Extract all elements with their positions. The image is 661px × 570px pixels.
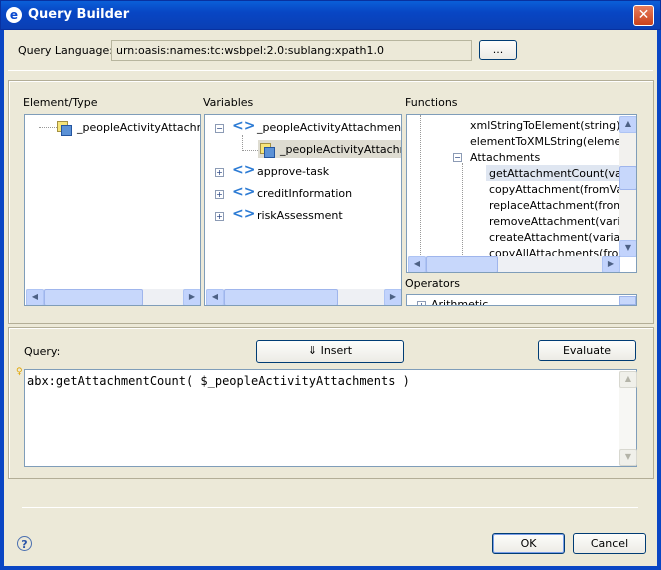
variable-icon: <> <box>232 206 256 222</box>
lightbulb-icon: ♀ <box>16 367 23 377</box>
variable-item[interactable]: creditInformation <box>257 187 352 201</box>
query-editor[interactable]: abx:getAttachmentCount( $_peopleActivity… <box>24 369 637 467</box>
scroll-right-icon[interactable]: ▶ <box>183 289 200 305</box>
element-icon <box>57 121 72 136</box>
tree-connector <box>39 127 57 128</box>
expand-icon[interactable]: + <box>215 190 224 199</box>
tree-connector <box>242 135 243 151</box>
variable-subitem[interactable]: _peopleActivityAttachmer <box>280 143 401 157</box>
query-text[interactable]: abx:getAttachmentCount( $_peopleActivity… <box>27 374 410 388</box>
close-button[interactable]: ✕ <box>633 5 654 26</box>
scroll-thumb[interactable] <box>426 256 498 272</box>
scroll-right-icon[interactable]: ▶ <box>602 256 620 272</box>
scroll-left-icon[interactable]: ◀ <box>206 289 224 305</box>
function-item[interactable]: elementToXMLString(element) <box>470 135 636 149</box>
function-item[interactable]: getAttachmentCount(varia <box>489 167 636 181</box>
separator <box>8 70 653 71</box>
expand-icon[interactable]: + <box>215 168 224 177</box>
scroll-up-icon[interactable]: ▲ <box>619 371 637 388</box>
element-type-item[interactable]: _peopleActivityAttachmer <box>77 121 200 135</box>
insert-button[interactable]: ⇓ Insert <box>256 340 404 363</box>
query-language-label: Query Language: <box>18 44 113 57</box>
scroll-thumb[interactable] <box>44 289 143 305</box>
variables-hscrollbar[interactable]: ◀ ▶ <box>206 289 401 305</box>
functions-tree[interactable]: xmlStringToElement(string) elementToXMLS… <box>406 114 637 273</box>
scroll-left-icon[interactable]: ◀ <box>26 289 44 305</box>
expand-icon[interactable]: + <box>215 212 224 221</box>
query-vscrollbar[interactable]: ▲ ▼ <box>619 371 637 466</box>
expand-icon[interactable]: + <box>417 301 426 305</box>
variable-icon: <> <box>232 184 256 200</box>
evaluate-button[interactable]: Evaluate <box>538 340 636 361</box>
tree-connector <box>242 150 258 151</box>
scroll-left-icon[interactable]: ◀ <box>408 256 426 272</box>
window-title: Query Builder <box>28 7 130 22</box>
variable-icon: <> <box>232 118 256 134</box>
variable-item[interactable]: approve-task <box>257 165 329 179</box>
function-item[interactable]: copyAttachment(fromVaria <box>489 183 636 197</box>
cancel-button[interactable]: Cancel <box>573 533 646 554</box>
browse-language-button[interactable]: ... <box>479 40 517 60</box>
element-type-label: Element/Type <box>23 96 98 109</box>
function-item[interactable]: removeAttachment(variabl <box>489 215 636 229</box>
query-language-field[interactable]: urn:oasis:names:tc:wsbpel:2.0:sublang:xp… <box>111 40 472 61</box>
operators-tree[interactable]: + Arithmetic <box>406 294 637 306</box>
functions-hscrollbar[interactable]: ◀ ▶ <box>408 256 620 272</box>
variable-item[interactable]: riskAssessment <box>257 209 343 223</box>
function-item[interactable]: createAttachment(variable <box>489 231 636 245</box>
window-frame-right <box>657 30 661 570</box>
function-category[interactable]: Attachments <box>470 151 540 165</box>
help-icon[interactable]: ? <box>17 536 32 551</box>
variables-label: Variables <box>203 96 254 109</box>
window-frame-left <box>0 30 4 570</box>
operators-label: Operators <box>405 277 460 290</box>
scroll-down-icon[interactable]: ▼ <box>619 240 636 257</box>
scroll-thumb[interactable] <box>619 166 636 190</box>
tree-connector <box>420 115 421 255</box>
function-item[interactable]: xmlStringToElement(string) <box>470 119 620 133</box>
element-hscrollbar[interactable]: ◀ ▶ <box>26 289 200 305</box>
scroll-right-icon[interactable]: ▶ <box>384 289 401 305</box>
variable-icon: <> <box>232 162 256 178</box>
variable-item[interactable]: _peopleActivityAttachments <box>257 121 401 135</box>
functions-label: Functions <box>405 96 458 109</box>
query-label: Query: <box>24 345 61 358</box>
function-item[interactable]: replaceAttachment(fromVa <box>489 199 636 213</box>
element-type-tree[interactable]: _peopleActivityAttachmer ◀ ▶ <box>24 114 201 306</box>
ok-button[interactable]: OK <box>492 533 565 554</box>
scroll-down-icon[interactable]: ▼ <box>619 449 637 466</box>
functions-vscrollbar[interactable]: ▲ ▼ <box>619 116 636 257</box>
collapse-icon[interactable]: − <box>453 153 462 162</box>
operator-item[interactable]: Arithmetic <box>431 298 488 305</box>
variables-tree[interactable]: − <> _peopleActivityAttachments _peopleA… <box>204 114 402 306</box>
scroll-up-icon[interactable]: ▲ <box>619 116 636 133</box>
window-frame-bottom <box>0 566 661 570</box>
footer-separator <box>22 507 638 508</box>
collapse-icon[interactable]: − <box>215 124 224 133</box>
operators-scroll-thumb[interactable] <box>619 296 636 305</box>
eclipse-icon: e <box>6 7 22 23</box>
scroll-thumb[interactable] <box>224 289 338 305</box>
element-icon <box>260 143 275 158</box>
tree-connector <box>462 163 463 255</box>
